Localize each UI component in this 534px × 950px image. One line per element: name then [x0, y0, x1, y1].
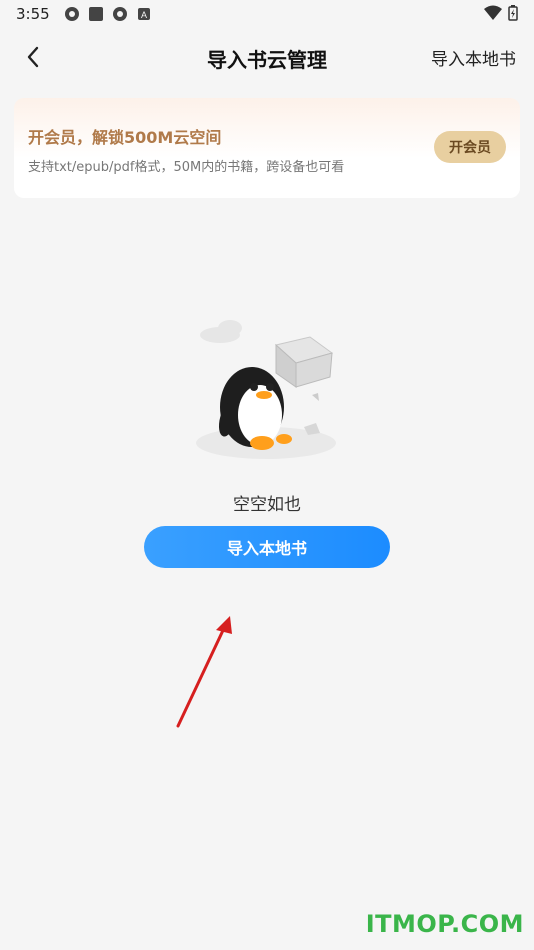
status-notification-icons: A	[64, 6, 152, 22]
open-vip-button[interactable]: 开会员	[434, 131, 506, 163]
import-local-link[interactable]: 导入本地书	[431, 45, 516, 70]
vip-banner[interactable]: 开会员，解锁500M云空间 支持txt/epub/pdf格式，50M内的书籍，跨…	[14, 98, 520, 198]
annotation-arrow-icon	[176, 616, 232, 728]
penguin-with-box-illustration	[196, 320, 336, 459]
import-local-button[interactable]: 导入本地书	[144, 526, 390, 568]
empty-state-text: 空空如也	[233, 495, 301, 515]
cloud-icon	[200, 320, 242, 343]
wifi-icon	[484, 5, 502, 20]
status-system-icons	[484, 5, 518, 21]
box-icon	[274, 336, 334, 388]
watermark: ITMOP.COM	[365, 910, 524, 938]
status-time: 3:55	[16, 5, 50, 23]
font-icon: A	[137, 8, 150, 20]
battery-icon	[508, 5, 518, 21]
vip-banner-title: 开会员，解锁500M云空间	[28, 128, 222, 147]
aperture-icon	[112, 7, 127, 21]
aperture-icon	[64, 7, 79, 21]
svg-text:A: A	[141, 10, 147, 20]
vip-banner-subtitle: 支持txt/epub/pdf格式，50M内的书籍，跨设备也可看	[28, 160, 345, 175]
square-icon	[88, 7, 103, 21]
header: 导入书云管理 导入本地书	[0, 36, 534, 78]
status-bar: 3:55 A	[0, 0, 534, 28]
